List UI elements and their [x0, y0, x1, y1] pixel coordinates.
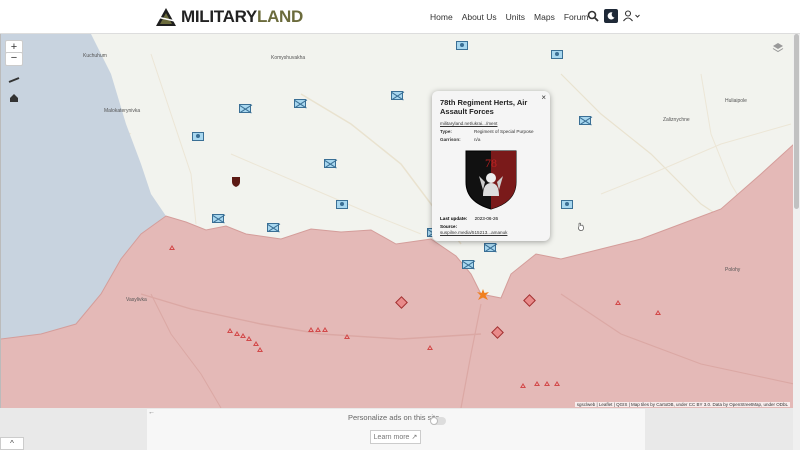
nav-forum[interactable]: Forum [564, 12, 589, 22]
nav-home[interactable]: Home [430, 12, 453, 22]
enemy-position-icon [169, 245, 175, 250]
unit-marker[interactable] [391, 91, 403, 100]
unit-marker[interactable] [294, 99, 306, 108]
popup-last-update: Last update: 2023-06-26 [440, 216, 542, 221]
enemy-position-icon [554, 381, 560, 386]
popup-update-value: 2023-06-26 [474, 216, 499, 221]
place-label-polohy: Polohy [725, 267, 741, 273]
learn-more-label: Learn more [373, 433, 410, 441]
enemy-position-icon [308, 327, 314, 332]
popup-garrison-row: Garrison: n/a [440, 137, 542, 142]
main-nav: Home About Us Units Maps Forum [430, 0, 597, 33]
popup-garrison-value: n/a [474, 137, 481, 142]
enemy-position-icon [520, 383, 526, 388]
ad-personalize-toggle[interactable] [430, 417, 446, 425]
site-logo[interactable]: MILITARYLAND [155, 5, 303, 29]
chevron-up-icon: ^ [10, 439, 14, 448]
layers-icon[interactable] [772, 42, 784, 54]
map-attribution[interactable]: sgsclweb | Leaflet | QGIS | Map tiles by… [574, 402, 790, 407]
popup-source-link[interactable]: suspilne.media/515213...amanuk [440, 230, 542, 235]
place-label-komyshuvakha: Komyshuvakha [271, 55, 306, 61]
unit-marker[interactable] [192, 132, 204, 141]
enemy-position-icon [344, 334, 350, 339]
popup-unit-link[interactable]: militaryland.net/ukrai.../ment [440, 121, 542, 126]
home-view-icon[interactable] [7, 92, 21, 104]
hand-cursor-icon [578, 222, 584, 231]
popup-type-label: Type: [440, 129, 452, 134]
place-label-zaliznychne: Zaliznychne [663, 117, 690, 123]
unit-marker[interactable] [561, 200, 573, 209]
popup-update-label: Last update: [440, 216, 468, 221]
popup-title: 78th Regiment Herts, Air Assault Forces [440, 98, 528, 116]
zoom-out-button[interactable]: − [5, 52, 23, 66]
explosion-icon [477, 289, 489, 300]
external-link-icon: ↗ [411, 434, 418, 441]
user-menu-icon[interactable] [622, 9, 642, 23]
popup-source-label: Source: [440, 224, 458, 229]
unit-marker[interactable] [456, 41, 468, 50]
enemy-position-icon [315, 327, 321, 332]
enemy-position-icon [534, 381, 540, 386]
enemy-position-icon [246, 336, 252, 341]
unit-marker[interactable] [484, 243, 496, 252]
unit-marker[interactable] [462, 260, 474, 269]
popup-garrison-label: Garrison: [440, 137, 461, 142]
enemy-position-icon [257, 347, 263, 352]
ad-personalize-text: Personalize ads on this site [348, 413, 440, 422]
measure-ruler-icon[interactable] [7, 74, 21, 86]
ad-consent-bar: ← Personalize ads on this site Learn mor… [147, 409, 645, 450]
place-label-huliaipole: Huliaipole [725, 98, 747, 104]
scrollbar-thumb[interactable] [794, 34, 799, 209]
unit-info-popup: × 78th Regiment Herts, Air Assault Force… [432, 91, 550, 241]
unit-marker[interactable] [579, 116, 591, 125]
dark-mode-toggle[interactable] [604, 9, 618, 23]
place-label-malokaterynivka: Malokaterynivka [104, 108, 141, 114]
popup-type-row: Type: Regiment of Special Purpose [440, 129, 542, 134]
site-header: MILITARYLAND Home About Us Units Maps Fo… [0, 0, 800, 34]
close-icon[interactable]: × [541, 93, 546, 102]
place-label-vasylivka: Vasylivka [126, 297, 147, 303]
search-icon[interactable] [587, 10, 599, 22]
unit-marker[interactable] [239, 104, 251, 113]
logo-text: MILITARYLAND [181, 7, 303, 26]
logo-emblem-icon [156, 8, 176, 26]
map-canvas[interactable]: + − Kuchuhum Komyshuvakha Malokaterynivk… [0, 34, 795, 408]
page-scrollbar[interactable] [793, 34, 800, 450]
selected-unit-shield-icon[interactable] [232, 177, 240, 187]
scroll-top-button[interactable]: ^ [0, 437, 24, 450]
enemy-position-icon [615, 300, 621, 305]
enemy-position-icon [322, 327, 328, 332]
enemy-position-icon [427, 345, 433, 350]
unit-marker[interactable] [212, 214, 224, 223]
unit-emblem: 78 [465, 150, 517, 210]
popup-type-value: Regiment of Special Purpose [474, 129, 534, 134]
unit-marker[interactable] [336, 200, 348, 209]
nav-about-us[interactable]: About Us [462, 12, 497, 22]
unit-marker[interactable] [267, 223, 279, 232]
moon-icon [607, 12, 615, 20]
back-arrow-icon[interactable]: ← [148, 409, 155, 416]
unit-marker[interactable] [551, 50, 563, 59]
unit-marker[interactable] [324, 159, 336, 168]
enemy-position-icon [227, 328, 233, 333]
place-label-kuchuhum: Kuchuhum [83, 53, 107, 59]
emblem-number: 78 [485, 156, 497, 170]
nav-maps[interactable]: Maps [534, 12, 555, 22]
learn-more-button[interactable]: Learn more ↗ [370, 430, 421, 444]
enemy-position-icon [655, 310, 661, 315]
enemy-position-icon [544, 381, 550, 386]
nav-units[interactable]: Units [506, 12, 525, 22]
enemy-position-icon [253, 341, 259, 346]
